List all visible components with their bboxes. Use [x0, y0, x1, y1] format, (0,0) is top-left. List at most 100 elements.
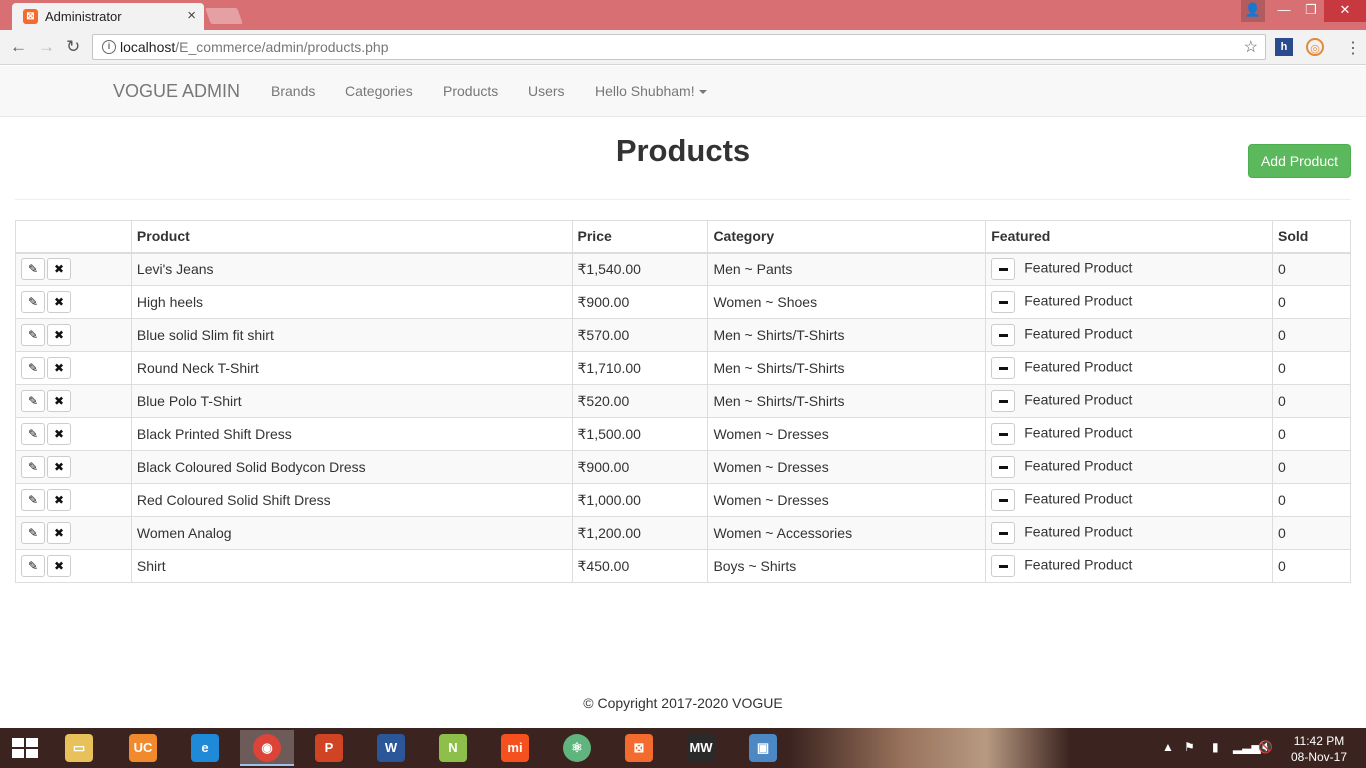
table-row: ✎ ✖ Blue solid Slim fit shirt ₹570.00 Men ~ … — [15, 318, 1351, 352]
url-text[interactable]: localhost/E_commerce/admin/products.php — [120, 39, 388, 55]
column-header-price: Price — [571, 220, 709, 254]
uc-browser-icon[interactable]: UC — [116, 730, 170, 766]
edit-pencil-icon[interactable]: ✎ — [21, 357, 45, 379]
user-menu-dropdown[interactable]: Hello Shubham! — [595, 83, 707, 99]
nav-link-categories[interactable]: Categories — [345, 83, 413, 99]
minus-toggle-icon[interactable] — [991, 456, 1016, 478]
tray-flag-icon[interactable]: ⚑ — [1184, 740, 1195, 754]
powerpoint-icon[interactable]: P — [302, 730, 356, 766]
taskbar-clock[interactable]: 11:42 PM 08-Nov-17 — [1288, 733, 1350, 765]
row-actions: ✎ ✖ — [15, 483, 132, 517]
product-name: Blue Polo T-Shirt — [130, 384, 573, 418]
caret-down-icon — [698, 90, 707, 95]
minus-toggle-icon[interactable] — [991, 423, 1016, 445]
edit-pencil-icon[interactable]: ✎ — [21, 258, 45, 281]
sold-count: 0 — [1272, 285, 1351, 319]
column-header-featured: Featured — [985, 220, 1273, 254]
table-row: ✎ ✖ Red Coloured Solid Shift Dress ₹1,000.0… — [15, 483, 1351, 517]
new-tab-button[interactable] — [205, 8, 243, 24]
chrome-icon[interactable]: ◉ — [240, 730, 294, 766]
page-title: Products — [615, 133, 751, 168]
product-category: Women ~ Dresses — [707, 417, 987, 451]
edit-pencil-icon[interactable]: ✎ — [21, 522, 45, 544]
notepad-plus-icon[interactable]: N — [426, 730, 480, 766]
profile-icon[interactable]: 👤 — [1241, 0, 1265, 22]
edit-pencil-icon[interactable]: ✎ — [21, 291, 45, 313]
table-header-row: Product Price Category Featured Sold — [15, 220, 1351, 254]
delete-x-icon[interactable]: ✖ — [47, 522, 71, 544]
minus-toggle-icon[interactable] — [991, 324, 1016, 346]
edit-pencil-icon[interactable]: ✎ — [21, 423, 45, 445]
minus-toggle-icon[interactable] — [991, 357, 1016, 379]
windows-start-icon[interactable] — [12, 738, 38, 758]
xampp-icon[interactable]: ⊠ — [612, 730, 666, 766]
row-actions: ✎ ✖ — [15, 417, 132, 451]
nav-link-brands[interactable]: Brands — [271, 83, 315, 99]
forward-icon[interactable]: → — [38, 37, 55, 57]
internet-explorer-icon[interactable]: e — [178, 730, 232, 766]
featured-label: Featured Product — [1024, 292, 1133, 309]
back-icon[interactable]: ← — [10, 37, 27, 57]
edit-pencil-icon[interactable]: ✎ — [21, 489, 45, 511]
restore-icon[interactable]: ❐ — [1298, 0, 1324, 22]
featured-label: Featured Product — [1024, 424, 1133, 441]
sold-count: 0 — [1272, 549, 1351, 583]
photos-icon[interactable]: ▣ — [736, 730, 790, 766]
nav-link-products[interactable]: Products — [443, 83, 498, 99]
delete-x-icon[interactable]: ✖ — [47, 489, 71, 511]
clock-time: 11:42 PM — [1293, 734, 1345, 748]
delete-x-icon[interactable]: ✖ — [47, 324, 71, 346]
table-row: ✎ ✖ Round Neck T-Shirt ₹1,710.00 Men ~ Shirt… — [15, 351, 1351, 385]
reload-icon[interactable]: ↻ — [66, 37, 80, 57]
tab-title: Administrator — [45, 9, 122, 24]
nfs-game-icon[interactable]: MW — [674, 730, 728, 766]
column-header-product: Product — [130, 220, 573, 254]
delete-x-icon[interactable]: ✖ — [47, 390, 71, 412]
volume-muted-icon[interactable]: 🔇 — [1258, 740, 1273, 754]
tab-close-icon[interactable]: × — [187, 7, 196, 24]
minus-toggle-icon[interactable] — [991, 489, 1016, 511]
delete-x-icon[interactable]: ✖ — [47, 555, 71, 577]
bookmark-star-icon[interactable]: ☆ — [1244, 37, 1258, 57]
product-name: Levi's Jeans — [130, 252, 573, 286]
info-icon[interactable]: i — [102, 40, 116, 54]
minus-toggle-icon[interactable] — [991, 291, 1016, 313]
add-product-button[interactable]: Add Product — [1248, 144, 1351, 178]
browser-menu-icon[interactable]: ⋮ — [1345, 38, 1361, 58]
file-explorer-icon[interactable]: ▭ — [52, 730, 106, 766]
delete-x-icon[interactable]: ✖ — [47, 258, 71, 281]
edit-pencil-icon[interactable]: ✎ — [21, 390, 45, 412]
row-actions: ✎ ✖ — [15, 252, 132, 286]
browser-tab[interactable]: ⊠ Administrator × — [12, 3, 204, 30]
sold-count: 0 — [1272, 483, 1351, 517]
sold-count: 0 — [1272, 450, 1351, 484]
delete-x-icon[interactable]: ✖ — [47, 456, 71, 478]
minus-toggle-icon[interactable] — [991, 555, 1016, 577]
delete-x-icon[interactable]: ✖ — [47, 357, 71, 379]
close-window-icon[interactable]: ✕ — [1324, 0, 1366, 22]
extension-o-icon[interactable]: ◎ — [1306, 38, 1324, 56]
delete-x-icon[interactable]: ✖ — [47, 291, 71, 313]
table-row: ✎ ✖ High heels ₹900.00 Women ~ Shoes Featured… — [15, 285, 1351, 319]
signal-icon[interactable]: ▂▃▅ — [1233, 740, 1261, 754]
minus-toggle-icon[interactable] — [991, 258, 1016, 281]
table-row: ✎ ✖ Blue Polo T-Shirt ₹520.00 Men ~ Shirts/T… — [15, 384, 1351, 418]
extension-h-icon[interactable]: h — [1275, 38, 1293, 56]
delete-x-icon[interactable]: ✖ — [47, 423, 71, 445]
minimize-icon[interactable]: — — [1270, 0, 1298, 22]
tray-expand-icon[interactable]: ▲ — [1162, 740, 1174, 754]
battery-icon[interactable]: ▮ — [1212, 740, 1219, 754]
edit-pencil-icon[interactable]: ✎ — [21, 324, 45, 346]
word-icon[interactable]: W — [364, 730, 418, 766]
nav-link-users[interactable]: Users — [528, 83, 565, 99]
product-price: ₹520.00 — [571, 384, 709, 418]
edit-pencil-icon[interactable]: ✎ — [21, 555, 45, 577]
product-category: Women ~ Dresses — [707, 483, 987, 517]
minus-toggle-icon[interactable] — [991, 522, 1016, 544]
edit-pencil-icon[interactable]: ✎ — [21, 456, 45, 478]
mi-icon[interactable]: mi — [488, 730, 542, 766]
address-bar[interactable]: i localhost/E_commerce/admin/products.ph… — [92, 34, 1266, 60]
brand-logo[interactable]: VOGUE ADMIN — [113, 81, 240, 102]
atom-icon[interactable]: ⚛ — [550, 730, 604, 766]
minus-toggle-icon[interactable] — [991, 390, 1016, 412]
